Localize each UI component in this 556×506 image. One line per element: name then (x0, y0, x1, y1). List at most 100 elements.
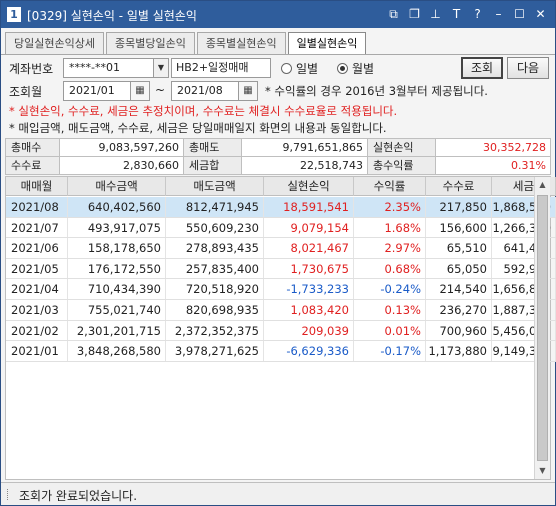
column-header[interactable]: 매수금액 (68, 177, 166, 196)
minimize-icon[interactable]: – (490, 6, 507, 23)
chevron-down-icon: ▼ (157, 63, 165, 72)
table-row[interactable]: 2021/01 3,848,268,580 3,978,271,625 -6,629,… (6, 341, 556, 362)
cell-month: 2021/06 (6, 238, 68, 258)
account-name-field: HB2+일정매매 (171, 58, 271, 78)
account-label: 계좌번호 (9, 62, 54, 76)
estimate-notice: * 실현손익, 수수료, 세금은 추정치이며, 수수료는 체결시 수수료율로 적… (9, 104, 398, 118)
cell-rate: 0.68% (354, 258, 426, 279)
cell-buy: 158,178,650 (68, 238, 166, 258)
column-header[interactable]: 매매월 (6, 177, 68, 196)
period-from-field[interactable]: 2021/01 (63, 81, 131, 101)
tab-4[interactable]: 일별실현손익 (287, 32, 367, 55)
summary-row-1: 총매수 9,083,597,260 총매도 9,791,651,865 실현손익… (6, 139, 551, 157)
radio-daily-label: 일별 (296, 62, 319, 76)
period-tilde: ~ (155, 83, 166, 97)
summary-key: 총매도 (184, 139, 242, 157)
cell-month: 2021/03 (6, 299, 68, 320)
column-header[interactable]: 수익률 (354, 177, 426, 196)
cell-buy: 710,434,390 (68, 279, 166, 299)
help-icon[interactable]: ? (469, 6, 486, 23)
account-dropdown-button[interactable]: ▼ (153, 58, 169, 78)
tab-divider (1, 54, 555, 55)
column-header[interactable]: 실현손익 (264, 177, 354, 196)
cell-pnl: -6,629,336 (264, 341, 354, 361)
scroll-down-icon[interactable]: ▼ (535, 463, 550, 479)
calendar-from-button[interactable]: ▦ (130, 81, 150, 101)
cell-sell: 2,372,352,375 (166, 320, 264, 341)
table-row[interactable]: 2021/03 755,021,740 820,698,935 1,083,420 0.… (6, 299, 556, 321)
summary-value: 30,352,728 (436, 139, 551, 157)
table-row[interactable]: 2021/07 493,917,075 550,609,230 9,079,154 1.… (6, 217, 556, 239)
table-row[interactable]: 2021/05 176,172,550 257,835,400 1,730,675 0.… (6, 258, 556, 280)
radio-monthly-dot (337, 63, 348, 74)
link-icon[interactable]: ⧉ (385, 6, 402, 23)
tab-strip: 당일실현손익상세 종목별당일손익 종목별실현손익 일별실현손익 (5, 32, 368, 55)
cell-pnl: 1,083,420 (264, 299, 354, 320)
scroll-up-icon[interactable]: ▲ (535, 177, 550, 193)
cell-sell: 820,698,935 (166, 299, 264, 320)
cell-fee: 217,850 (426, 197, 492, 217)
cell-month: 2021/07 (6, 217, 68, 238)
calendar-to-button[interactable]: ▦ (238, 81, 258, 101)
table-row[interactable]: 2021/06 158,178,650 278,893,435 8,021,467 2.… (6, 238, 556, 259)
cell-buy: 2,301,201,715 (68, 320, 166, 341)
column-header[interactable]: 수수료 (426, 177, 492, 196)
cell-fee: 236,270 (426, 299, 492, 320)
radio-monthly[interactable]: 월별 (337, 60, 374, 77)
cell-pnl: -1,733,233 (264, 279, 354, 299)
table-row[interactable]: 2021/08 640,402,560 812,471,945 18,591,541 2… (6, 197, 556, 218)
monthly-pnl-grid[interactable]: 매매월 매수금액 매도금액 실현손익 수익률 수수료 세금 2021/08 640,402,5… (5, 176, 556, 480)
period-to-field[interactable]: 2021/08 (171, 81, 239, 101)
cell-sell: 812,471,945 (166, 197, 264, 217)
cell-month: 2021/01 (6, 341, 68, 361)
query-button[interactable]: 조회 (461, 57, 503, 79)
copy-icon[interactable]: ❐ (406, 6, 423, 23)
tab-3[interactable]: 종목별실현손익 (196, 32, 286, 54)
app-window: 1 [0329] 실현손익 - 일별 실현손익 ⧉ ❐ ⊥ T? – ☐ ✕ 당일실현손익상… (0, 0, 556, 506)
summary-row-2: 수수료 2,830,660 세금합 22,518,743 총수익률 0.31% (6, 157, 551, 175)
cell-buy: 640,402,560 (68, 197, 166, 217)
cell-fee: 1,173,880 (426, 341, 492, 361)
summary-value: 2,830,660 (60, 157, 184, 175)
scroll-thumb[interactable] (537, 195, 548, 461)
tab-1[interactable]: 당일실현손익상세 (5, 32, 104, 54)
radio-daily[interactable]: 일별 (281, 60, 318, 77)
tab-2[interactable]: 종목별당일손익 (105, 32, 195, 54)
calendar-icon: ▦ (135, 85, 145, 96)
table-row[interactable]: 2021/02 2,301,201,715 2,372,352,375 209,039… (6, 320, 556, 342)
cell-buy: 493,917,075 (68, 217, 166, 238)
cell-sell: 720,518,920 (166, 279, 264, 299)
maximize-icon[interactable]: ☐ (511, 6, 528, 23)
account-row: 계좌번호 ****-**01 ▼ HB2+일정매매 일별 월별 조회 다음 (1, 57, 555, 79)
cell-rate: 0.01% (354, 320, 426, 341)
summary-value: 9,083,597,260 (60, 139, 184, 157)
cell-rate: 1.68% (354, 217, 426, 238)
period-label: 조회월 (9, 85, 43, 99)
cell-sell: 550,609,230 (166, 217, 264, 238)
summary-table: 총매수 9,083,597,260 총매도 9,791,651,865 실현손익… (5, 138, 551, 175)
cell-sell: 278,893,435 (166, 238, 264, 258)
summary-value: 0.31% (436, 157, 551, 175)
font-icon[interactable]: T (448, 6, 465, 23)
cell-month: 2021/02 (6, 320, 68, 341)
close-icon[interactable]: ✕ (532, 6, 549, 23)
window-title: [0329] 실현손익 - 일별 실현손익 (27, 9, 197, 23)
title-bar: 1 [0329] 실현손익 - 일별 실현손익 ⧉ ❐ ⊥ T? – ☐ ✕ (1, 1, 555, 28)
cell-sell: 3,978,271,625 (166, 341, 264, 361)
cell-pnl: 8,021,467 (264, 238, 354, 258)
vertical-scrollbar[interactable]: ▲ ▼ (534, 177, 550, 479)
cell-month: 2021/05 (6, 258, 68, 279)
cell-rate: -0.17% (354, 341, 426, 361)
table-row[interactable]: 2021/04 710,434,390 720,518,920 -1,733,233-… (6, 279, 556, 300)
cell-fee: 214,540 (426, 279, 492, 299)
column-header[interactable]: 매도금액 (166, 177, 264, 196)
cell-pnl: 1,730,675 (264, 258, 354, 279)
cell-pnl: 18,591,541 (264, 197, 354, 217)
summary-key: 총매수 (6, 139, 60, 157)
cell-fee: 65,510 (426, 238, 492, 258)
summary-value: 22,518,743 (242, 157, 368, 175)
next-button[interactable]: 다음 (507, 57, 549, 79)
account-number-field[interactable]: ****-**01 (63, 58, 154, 78)
pin-icon[interactable]: ⊥ (427, 6, 444, 23)
cell-fee: 156,600 (426, 217, 492, 238)
